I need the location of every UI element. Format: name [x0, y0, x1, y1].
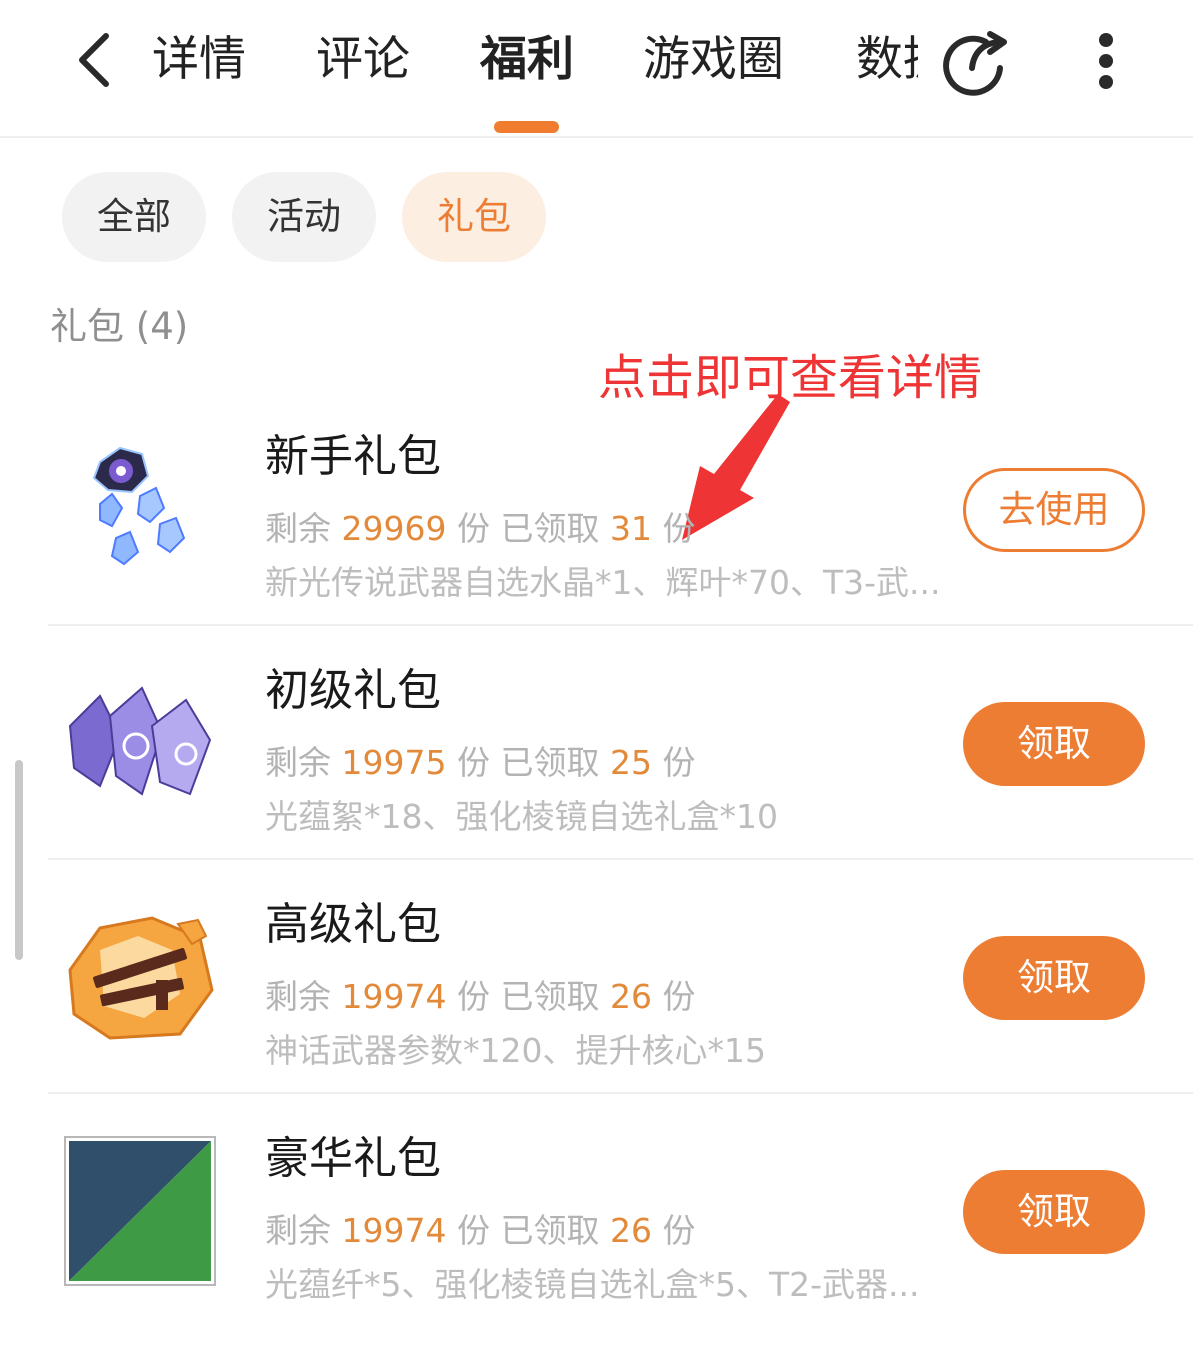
unit-label: 份 [662, 743, 696, 782]
unit-label: 份 [456, 1211, 490, 1250]
share-icon [943, 31, 1007, 96]
list-item[interactable]: 豪华礼包 剩余 19974 份 已领取 26 份 光蕴纤*5、强化棱镜自选礼盒*… [0, 1094, 1193, 1328]
chevron-left-icon [79, 33, 109, 87]
filter-chip-activity[interactable]: 活动 [232, 172, 376, 262]
more-dot [1099, 75, 1113, 89]
gift-stats: 剩余 19974 份 已领取 26 份 [265, 970, 695, 1018]
claimed-count: 31 [609, 509, 652, 548]
remaining-count: 19974 [341, 977, 447, 1016]
unit-label: 份 [662, 977, 696, 1016]
claimed-label: 已领取 [500, 977, 600, 1016]
tab-game-circle[interactable]: 游戏圈 [643, 30, 784, 90]
list-item[interactable]: 初级礼包 剩余 19975 份 已领取 25 份 光蕴絮*18、强化棱镜自选礼盒… [0, 626, 1193, 860]
placeholder-image-icon [64, 1136, 216, 1286]
gift-name: 豪华礼包 [265, 1133, 441, 1184]
tab-details[interactable]: 详情 [152, 30, 246, 90]
more-options-button[interactable] [1085, 30, 1127, 90]
share-button[interactable] [940, 28, 1012, 96]
gift-contents: 光蕴纤*5、强化棱镜自选礼盒*5、T2-武器... [265, 1265, 920, 1304]
back-button[interactable] [70, 30, 120, 90]
gift-name: 高级礼包 [265, 899, 441, 950]
claim-button[interactable]: 领取 [963, 1170, 1145, 1254]
claimed-count: 26 [609, 977, 652, 1016]
claimed-label: 已领取 [500, 509, 600, 548]
gift-name: 新手礼包 [265, 431, 441, 482]
list-item[interactable]: 新手礼包 剩余 29969 份 已领取 31 份 新光传说武器自选水晶*1、辉叶… [0, 392, 1193, 626]
remaining-label: 剩余 [265, 743, 331, 782]
tab-benefits[interactable]: 福利 [480, 30, 574, 90]
tab-comments[interactable]: 评论 [316, 30, 410, 90]
claim-button[interactable]: 领取 [963, 702, 1145, 786]
top-navigation-bar: 详情 评论 福利 游戏圈 数据 [0, 0, 1193, 138]
crystal-icon [92, 446, 186, 566]
list-item[interactable]: 高级礼包 剩余 19974 份 已领取 26 份 神话武器参数*120、提升核心… [0, 860, 1193, 1094]
gift-contents: 神话武器参数*120、提升核心*15 [265, 1031, 766, 1070]
unit-label: 份 [456, 743, 490, 782]
weapon-crystal-icon [68, 916, 214, 1040]
filter-chip-all[interactable]: 全部 [62, 172, 206, 262]
unit-label: 份 [662, 1211, 696, 1250]
section-title: 礼包 (4) [50, 305, 189, 348]
claimed-count: 26 [609, 1211, 652, 1250]
remaining-label: 剩余 [265, 509, 331, 548]
claim-button[interactable]: 领取 [963, 936, 1145, 1020]
more-vertical-icon [1099, 33, 1113, 47]
unit-label: 份 [662, 509, 696, 548]
remaining-count: 19975 [341, 743, 447, 782]
remaining-count: 29969 [341, 509, 447, 548]
remaining-count: 19974 [341, 1211, 447, 1250]
purple-crystal-icon [68, 686, 212, 796]
claimed-count: 25 [609, 743, 652, 782]
unit-label: 份 [456, 977, 490, 1016]
unit-label: 份 [456, 509, 490, 548]
remaining-label: 剩余 [265, 977, 331, 1016]
remaining-label: 剩余 [265, 1211, 331, 1250]
gift-stats: 剩余 19975 份 已领取 25 份 [265, 736, 695, 784]
claimed-label: 已领取 [500, 1211, 600, 1250]
gift-stats: 剩余 29969 份 已领取 31 份 [265, 502, 695, 550]
more-dot [1099, 54, 1113, 68]
use-button[interactable]: 去使用 [963, 468, 1145, 552]
gift-stats: 剩余 19974 份 已领取 26 份 [265, 1204, 695, 1252]
gift-name: 初级礼包 [265, 665, 441, 716]
claimed-label: 已领取 [500, 743, 600, 782]
tab-data[interactable]: 数据 [856, 30, 918, 90]
active-tab-indicator [494, 121, 559, 133]
gift-contents: 新光传说武器自选水晶*1、辉叶*70、T3-武... [265, 563, 941, 602]
filter-chip-gift[interactable]: 礼包 [402, 172, 546, 262]
gift-contents: 光蕴絮*18、强化棱镜自选礼盒*10 [265, 797, 778, 836]
scrollbar[interactable] [15, 760, 23, 960]
